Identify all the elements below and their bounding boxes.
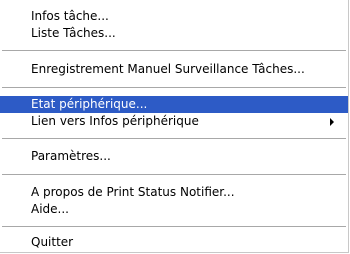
menu-item-job-list[interactable]: Liste Tâches... bbox=[0, 25, 348, 42]
menu-separator bbox=[2, 87, 346, 88]
menu-separator bbox=[2, 138, 346, 139]
menu-item-label: A propos de Print Status Notifier... bbox=[31, 185, 235, 199]
menu-item-label: Quitter bbox=[31, 235, 74, 249]
menu-separator bbox=[2, 174, 346, 175]
menu-item-label: Enregistrement Manuel Surveillance Tâche… bbox=[31, 62, 305, 76]
menu-item-label: Aide... bbox=[31, 202, 69, 216]
menu-item-quit[interactable]: Quitter bbox=[0, 234, 348, 251]
menu-item-label: Infos tâche... bbox=[31, 9, 109, 23]
menu-item-about[interactable]: A propos de Print Status Notifier... bbox=[0, 184, 348, 201]
menu-item-help[interactable]: Aide... bbox=[0, 201, 348, 218]
context-menu: Infos tâche... Liste Tâches... Enregistr… bbox=[0, 0, 349, 253]
menu-item-label: Lien vers Infos périphérique bbox=[31, 114, 199, 128]
menu-item-device-info-link[interactable]: Lien vers Infos périphérique bbox=[0, 113, 348, 130]
menu-separator bbox=[2, 50, 346, 51]
menu-separator bbox=[2, 226, 346, 227]
menu-item-label: Etat périphérique... bbox=[31, 97, 148, 111]
menu-item-manual-job-monitoring[interactable]: Enregistrement Manuel Surveillance Tâche… bbox=[0, 61, 348, 78]
menu-item-job-info[interactable]: Infos tâche... bbox=[0, 8, 348, 25]
menu-item-device-status[interactable]: Etat périphérique... bbox=[0, 96, 348, 113]
menu-item-settings[interactable]: Paramètres... bbox=[0, 148, 348, 165]
submenu-arrow-icon bbox=[330, 118, 334, 126]
menu-item-label: Paramètres... bbox=[31, 149, 111, 163]
menu-item-label: Liste Tâches... bbox=[31, 26, 116, 40]
